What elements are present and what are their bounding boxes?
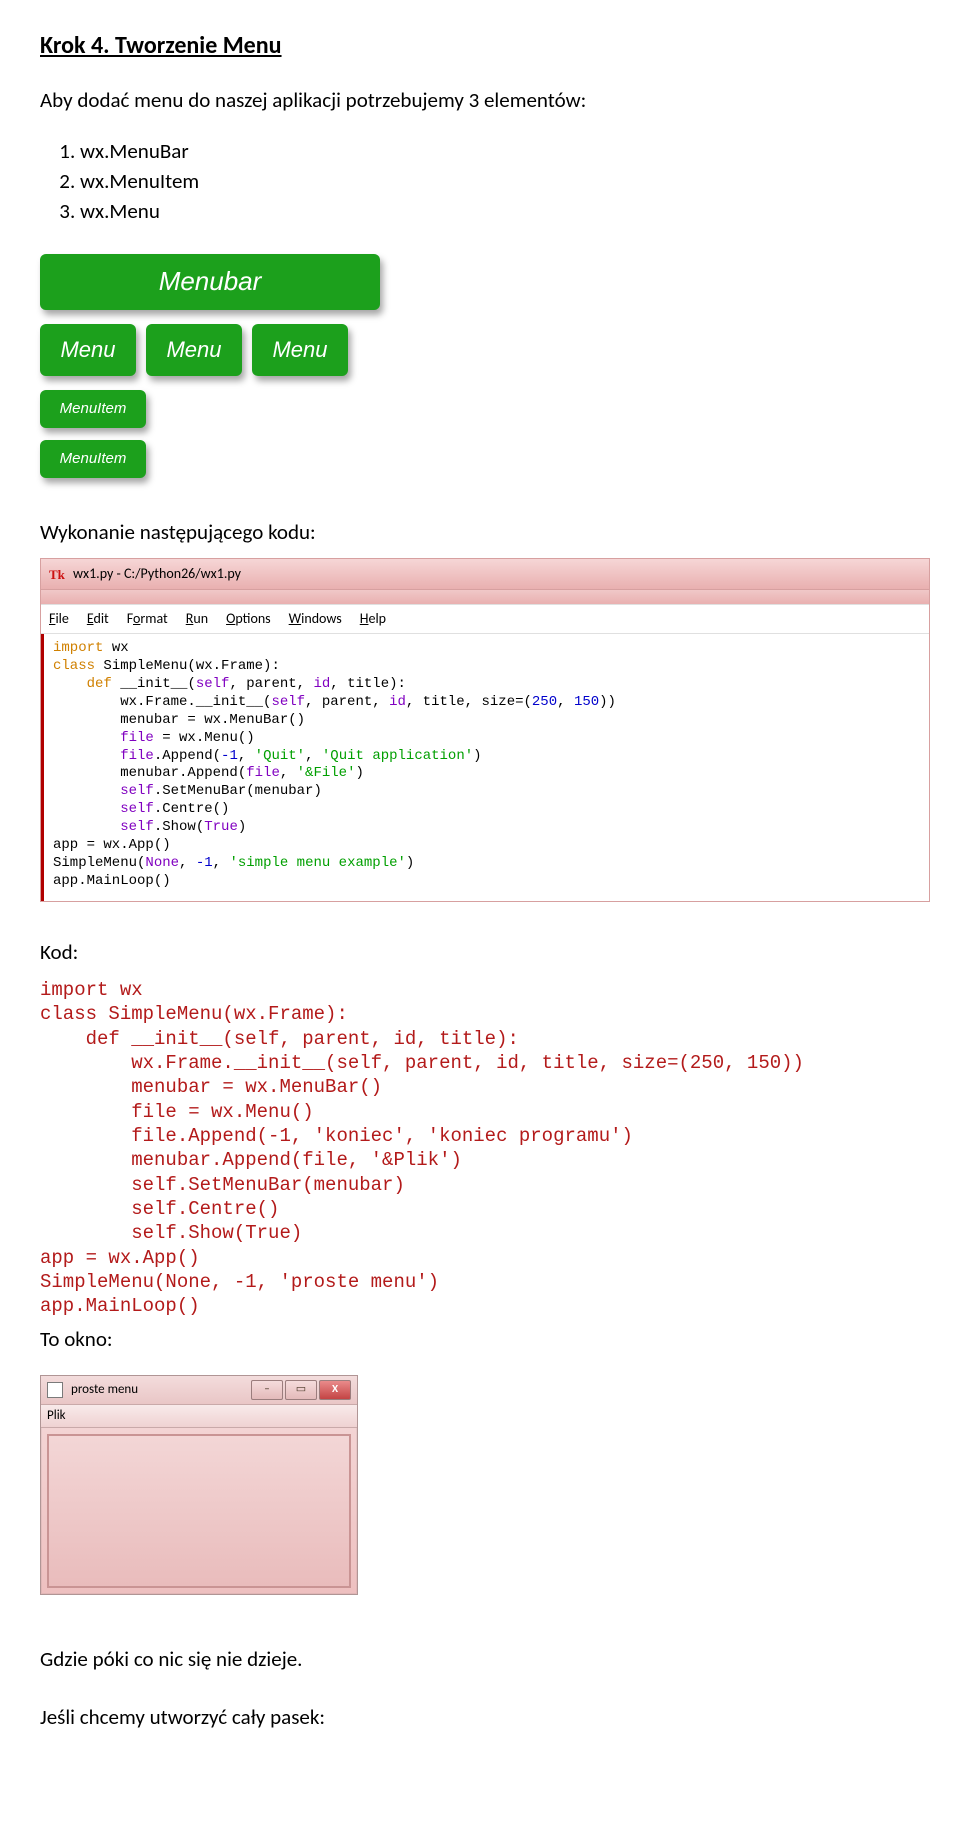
close-button[interactable]: X [319,1380,351,1400]
diagram-menu: Menu [146,324,242,376]
idle-decor-stripe [41,590,929,604]
exec-label: Wykonanie następującego kodu: [40,518,920,546]
diagram-menu: Menu [252,324,348,376]
minimize-button[interactable]: – [251,1380,283,1400]
closing-2: Jeśli chcemy utworzyć cały pasek: [40,1703,920,1731]
list-item: wx.Menu [80,197,920,225]
idle-editor-window: Tk wx1.py - C:/Python26/wx1.py File Edit… [40,558,930,902]
diagram-menuitem: MenuItem [40,440,146,478]
idle-menubar: File Edit Format Run Options Windows Hel… [41,604,929,634]
step-heading: Krok 4. Tworzenie Menu [40,30,920,62]
code-listing: import wx class SimpleMenu(wx.Frame): de… [40,978,920,1318]
idle-titlebar: Tk wx1.py - C:/Python26/wx1.py [41,559,929,590]
idle-menu-format[interactable]: Format [127,610,168,629]
result-window: proste menu – ▭ X Plik [40,1375,358,1595]
idle-menu-edit[interactable]: Edit [87,610,109,629]
idle-app-icon: Tk [49,566,65,582]
result-client-area [47,1434,351,1588]
result-menu-plik[interactable]: Plik [47,1407,66,1425]
element-list: wx.MenuBar wx.MenuItem wx.Menu [80,137,920,226]
closing-1: Gdzie póki co nic się nie dzieje. [40,1645,920,1673]
idle-left-margin [41,634,44,901]
idle-title: wx1.py - C:/Python26/wx1.py [73,565,241,584]
menu-hierarchy-diagram: Menubar Menu Menu Menu MenuItem MenuItem [40,254,920,478]
idle-menu-file[interactable]: File [49,610,69,629]
idle-menu-windows[interactable]: Windows [289,610,342,629]
maximize-button[interactable]: ▭ [285,1380,317,1400]
result-app-icon [47,1382,63,1398]
kod-label: Kod: [40,938,920,966]
result-menubar: Plik [41,1405,357,1428]
intro-paragraph: Aby dodać menu do naszej aplikacji potrz… [40,86,920,114]
diagram-menu: Menu [40,324,136,376]
idle-code-body: import wx class SimpleMenu(wx.Frame): de… [41,634,929,901]
list-item: wx.MenuItem [80,167,920,195]
diagram-menuitem: MenuItem [40,390,146,428]
idle-menu-options[interactable]: Options [226,610,271,629]
diagram-menubar: Menubar [40,254,380,310]
result-title: proste menu [71,1381,138,1399]
result-titlebar: proste menu – ▭ X [41,1376,357,1405]
list-item: wx.MenuBar [80,137,920,165]
idle-menu-help[interactable]: Help [360,610,386,629]
to-okno-label: To okno: [40,1325,920,1353]
idle-menu-run[interactable]: Run [186,610,208,629]
